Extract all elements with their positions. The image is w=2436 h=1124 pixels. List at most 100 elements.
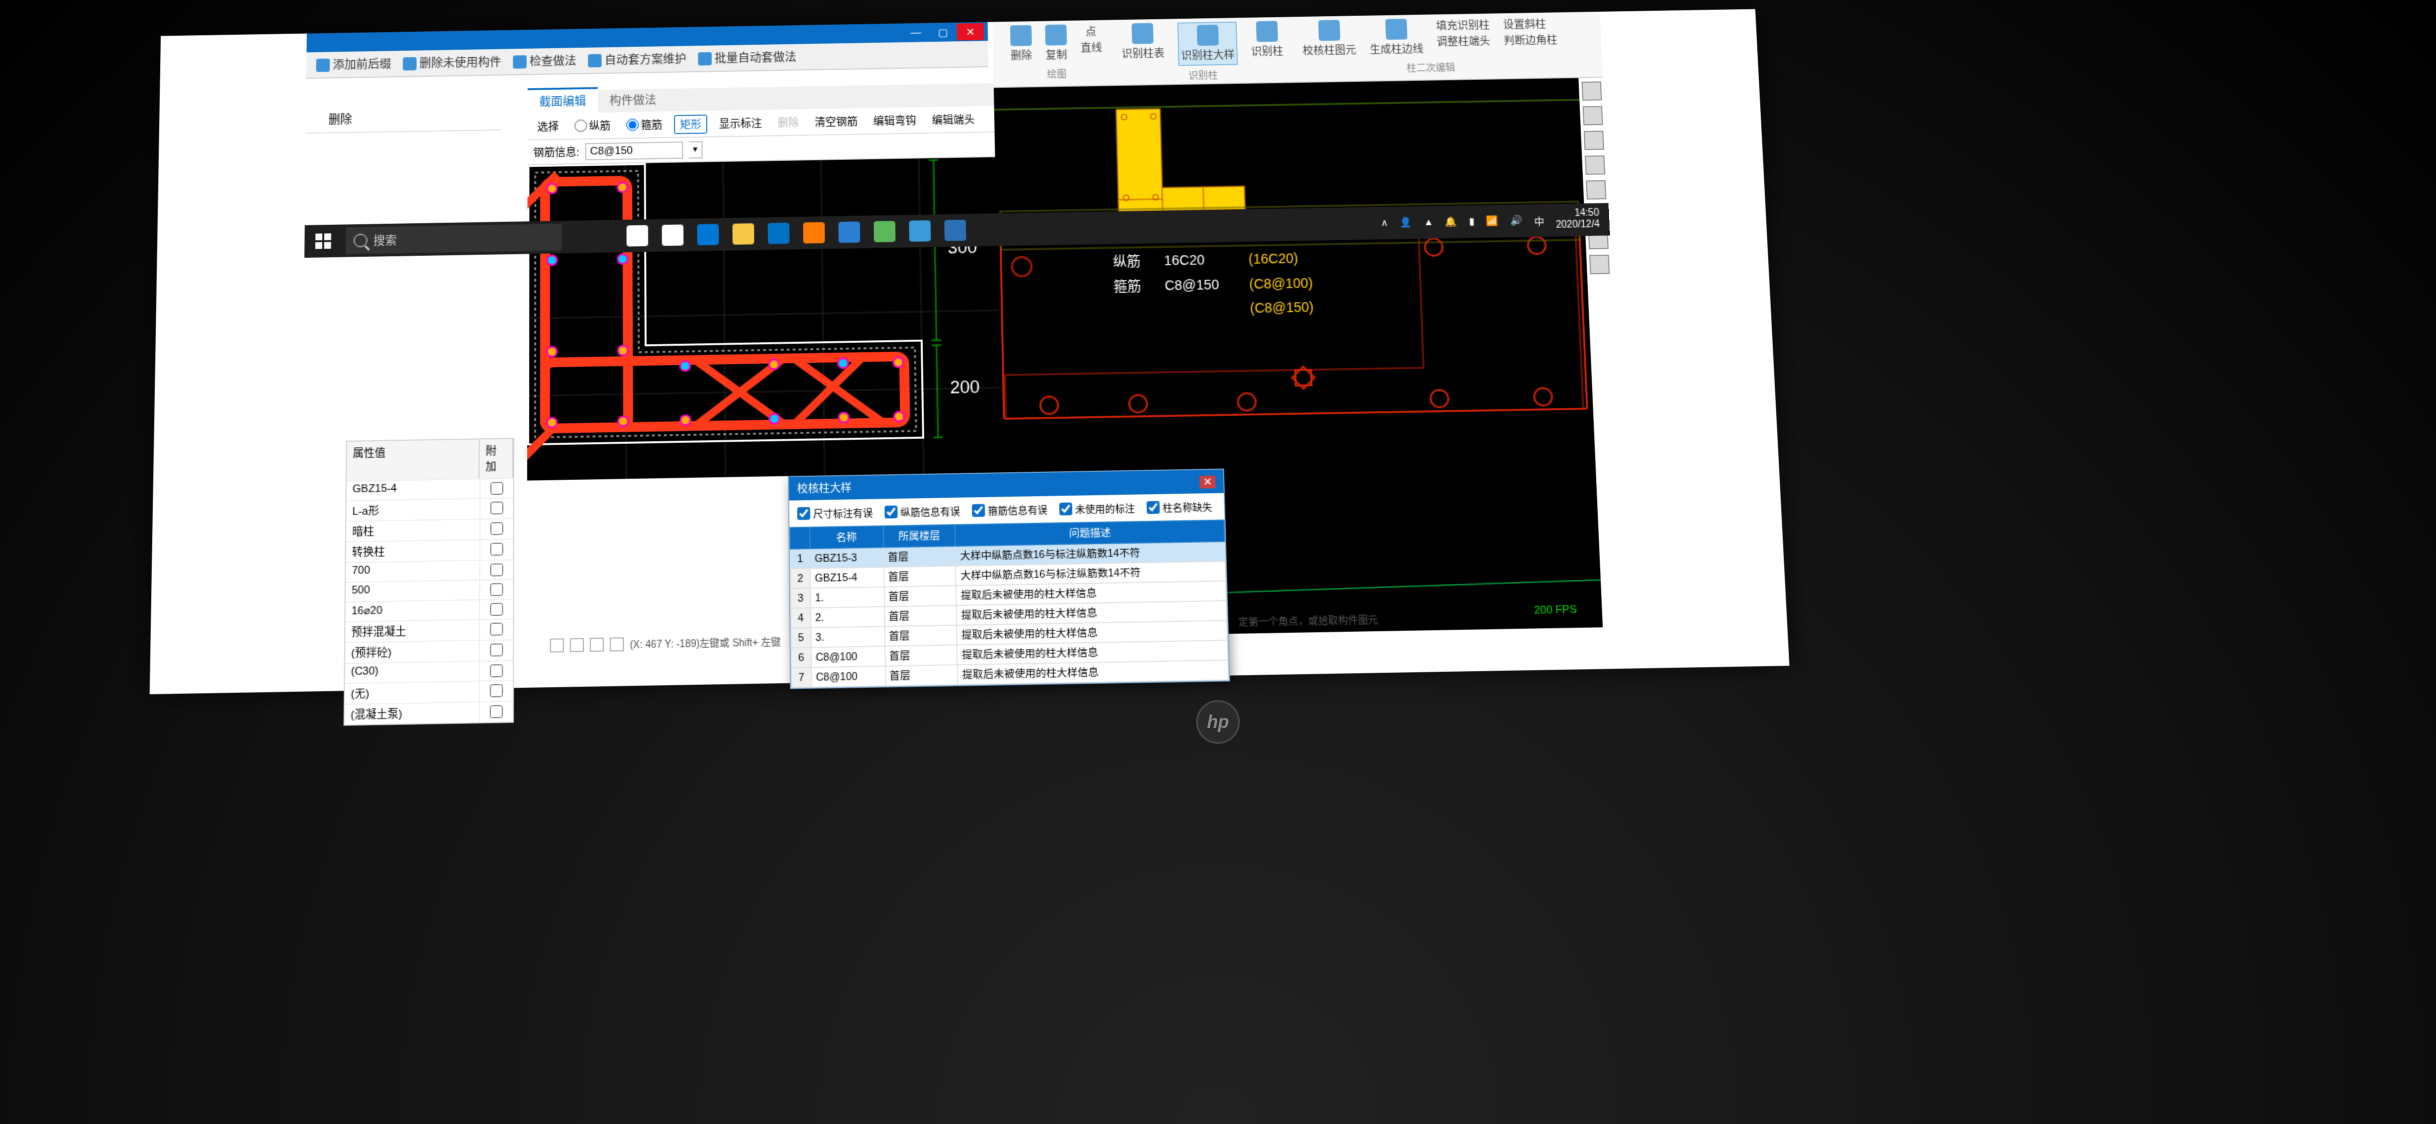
taskbar-search[interactable]: 搜索 [346,224,562,254]
prop-extra-checkbox[interactable] [490,482,503,495]
dialog-check-input[interactable] [972,504,985,517]
property-row[interactable]: 预拌混凝土 [345,618,513,642]
maximize-button[interactable]: ▢ [929,23,957,40]
rebar-dropdown-button[interactable]: ▼ [689,141,703,158]
tool-delete[interactable]: 删除 [774,112,803,131]
taskbar-clock[interactable]: 14:50 2020/12/4 [1555,208,1600,232]
tray-battery-icon[interactable]: ▮ [1469,216,1475,227]
prop-extra-checkbox[interactable] [490,643,503,656]
minimize-button[interactable]: — [902,24,930,41]
dialog-check[interactable]: 未使用的标注 [1059,500,1135,516]
tool-arrow-icon[interactable] [1583,106,1603,125]
dialog-check[interactable]: 纵筋信息有误 [885,503,961,519]
tool-stirrup[interactable]: 箍筋 [622,115,666,135]
tool-box6-icon[interactable] [1589,255,1609,275]
prop-extra-checkbox[interactable] [490,705,503,718]
chevron-up-icon[interactable]: ∧ [1381,218,1389,229]
system-tray[interactable]: ∧ 👤 ▲ 🔔 ▮ 📶 🔊 中 14:50 2020/12/4 [1371,208,1610,235]
dialog-close-button[interactable]: ✕ [1199,475,1215,488]
ribbon-set-oblique[interactable]: 设置斜柱 [1503,16,1557,32]
property-row[interactable]: 暗柱 [346,518,513,541]
ribbon-adjust-end[interactable]: 调整柱端头 [1436,33,1490,49]
tray-up-icon[interactable]: ▲ [1424,217,1434,228]
tool-box2-icon[interactable] [1585,155,1605,174]
ribbon-delete[interactable]: 删除 [1010,25,1032,63]
close-button[interactable]: ✕ [957,23,985,40]
delete-label[interactable]: 删除 [329,111,353,128]
taskbar-app-app1[interactable] [832,216,866,249]
delete-action[interactable] [316,113,319,126]
status-icon[interactable] [550,638,564,652]
taskbar-app-edge[interactable] [691,218,725,251]
tray-people-icon[interactable]: 👤 [1400,217,1413,228]
property-row[interactable]: 700 [346,559,513,582]
ribbon-fill-recog[interactable]: 填充识别柱 [1436,17,1490,33]
ribbon-add-prefix[interactable]: 添加前后缀 [316,56,391,73]
taskbar-app-taskview[interactable] [656,219,690,252]
tab-section-edit[interactable]: 截面编辑 [528,87,598,114]
tray-volume-icon[interactable]: 🔊 [1510,215,1523,226]
ribbon-delete-unused[interactable]: 删除未使用构件 [403,54,501,72]
section-canvas[interactable]: 300 200 [527,157,1001,480]
ribbon-check-method[interactable]: 检查做法 [513,53,576,70]
tool-shape-rect[interactable]: 矩形 [674,114,707,134]
status-icon[interactable] [590,637,604,651]
dialog-check[interactable]: 尺寸标注有误 [797,505,873,521]
taskbar-app-mail[interactable] [762,217,796,250]
prop-extra-checkbox[interactable] [490,543,503,556]
ribbon-line[interactable]: 直线 [1080,40,1102,55]
dialog-check-input[interactable] [797,507,810,520]
taskbar-app-wechat[interactable] [868,215,902,248]
status-icon[interactable] [570,638,584,652]
tool-longitudinal[interactable]: 纵筋 [571,116,615,136]
dialog-check[interactable]: 柱名称缺失 [1147,499,1213,515]
ribbon-copy[interactable]: 复制 [1045,24,1067,62]
dialog-check-input[interactable] [1059,502,1072,515]
ribbon-recog-detail[interactable]: 识别柱大样 [1177,22,1238,66]
ribbon-point[interactable]: 点 [1080,24,1102,39]
dialog-check-input[interactable] [1147,501,1160,514]
tool-show-dim[interactable]: 显示标注 [715,113,766,133]
prop-extra-checkbox[interactable] [490,603,503,616]
ribbon-auto-maintain[interactable]: 自动套方案维护 [588,51,686,69]
property-row[interactable]: (预拌砼) [345,639,513,663]
prop-extra-checkbox[interactable] [490,623,503,636]
tool-cube-icon[interactable] [1582,81,1602,100]
tool-box1-icon[interactable] [1584,131,1604,150]
rebar-info-input[interactable] [585,141,683,160]
tray-bell-icon[interactable]: 🔔 [1445,217,1458,228]
ribbon-recog-table[interactable]: 识别柱表 [1121,23,1165,67]
ribbon-verify[interactable]: 校核柱图元 [1302,20,1357,59]
tray-ime[interactable]: 中 [1534,213,1544,228]
property-row[interactable]: GBZ15-4 [346,478,513,500]
taskbar-app-app3[interactable] [938,214,972,247]
prop-extra-checkbox[interactable] [490,583,503,596]
ribbon-batch-auto[interactable]: 批量自动套做法 [698,49,797,67]
taskbar-app-cortana[interactable] [621,219,654,252]
taskbar-app-app2[interactable] [903,214,937,247]
dialog-check-input[interactable] [885,506,898,519]
dialog-check[interactable]: 箍筋信息有误 [972,502,1048,518]
tool-clear-rebar[interactable]: 清空钢筋 [811,111,862,131]
prop-extra-checkbox[interactable] [490,563,503,576]
property-row[interactable]: (混凝土泵) [345,701,513,725]
property-row[interactable]: (C30) [345,660,513,683]
taskbar-app-firefox[interactable] [797,216,831,249]
property-row[interactable]: (无) [345,680,513,704]
prop-extra-checkbox[interactable] [490,522,503,535]
prop-extra-checkbox[interactable] [490,684,503,697]
taskbar-app-explorer[interactable] [727,217,761,250]
tool-select[interactable]: 选择 [533,117,562,136]
tool-edit-end[interactable]: 编辑端头 [928,109,979,129]
start-button[interactable] [304,225,342,258]
prop-extra-checkbox[interactable] [490,502,503,515]
property-row[interactable]: L-a形 [346,497,513,520]
tab-component-method[interactable]: 构件做法 [598,88,668,113]
property-row[interactable]: 500 [346,579,514,602]
tool-box3-icon[interactable] [1586,180,1606,199]
status-icon[interactable] [610,637,624,651]
tool-edit-bend[interactable]: 编辑弯钩 [869,110,920,130]
property-row[interactable]: 16⌀20 [345,599,513,622]
tray-wifi-icon[interactable]: 📶 [1486,216,1499,227]
property-row[interactable]: 转换柱 [346,539,513,563]
